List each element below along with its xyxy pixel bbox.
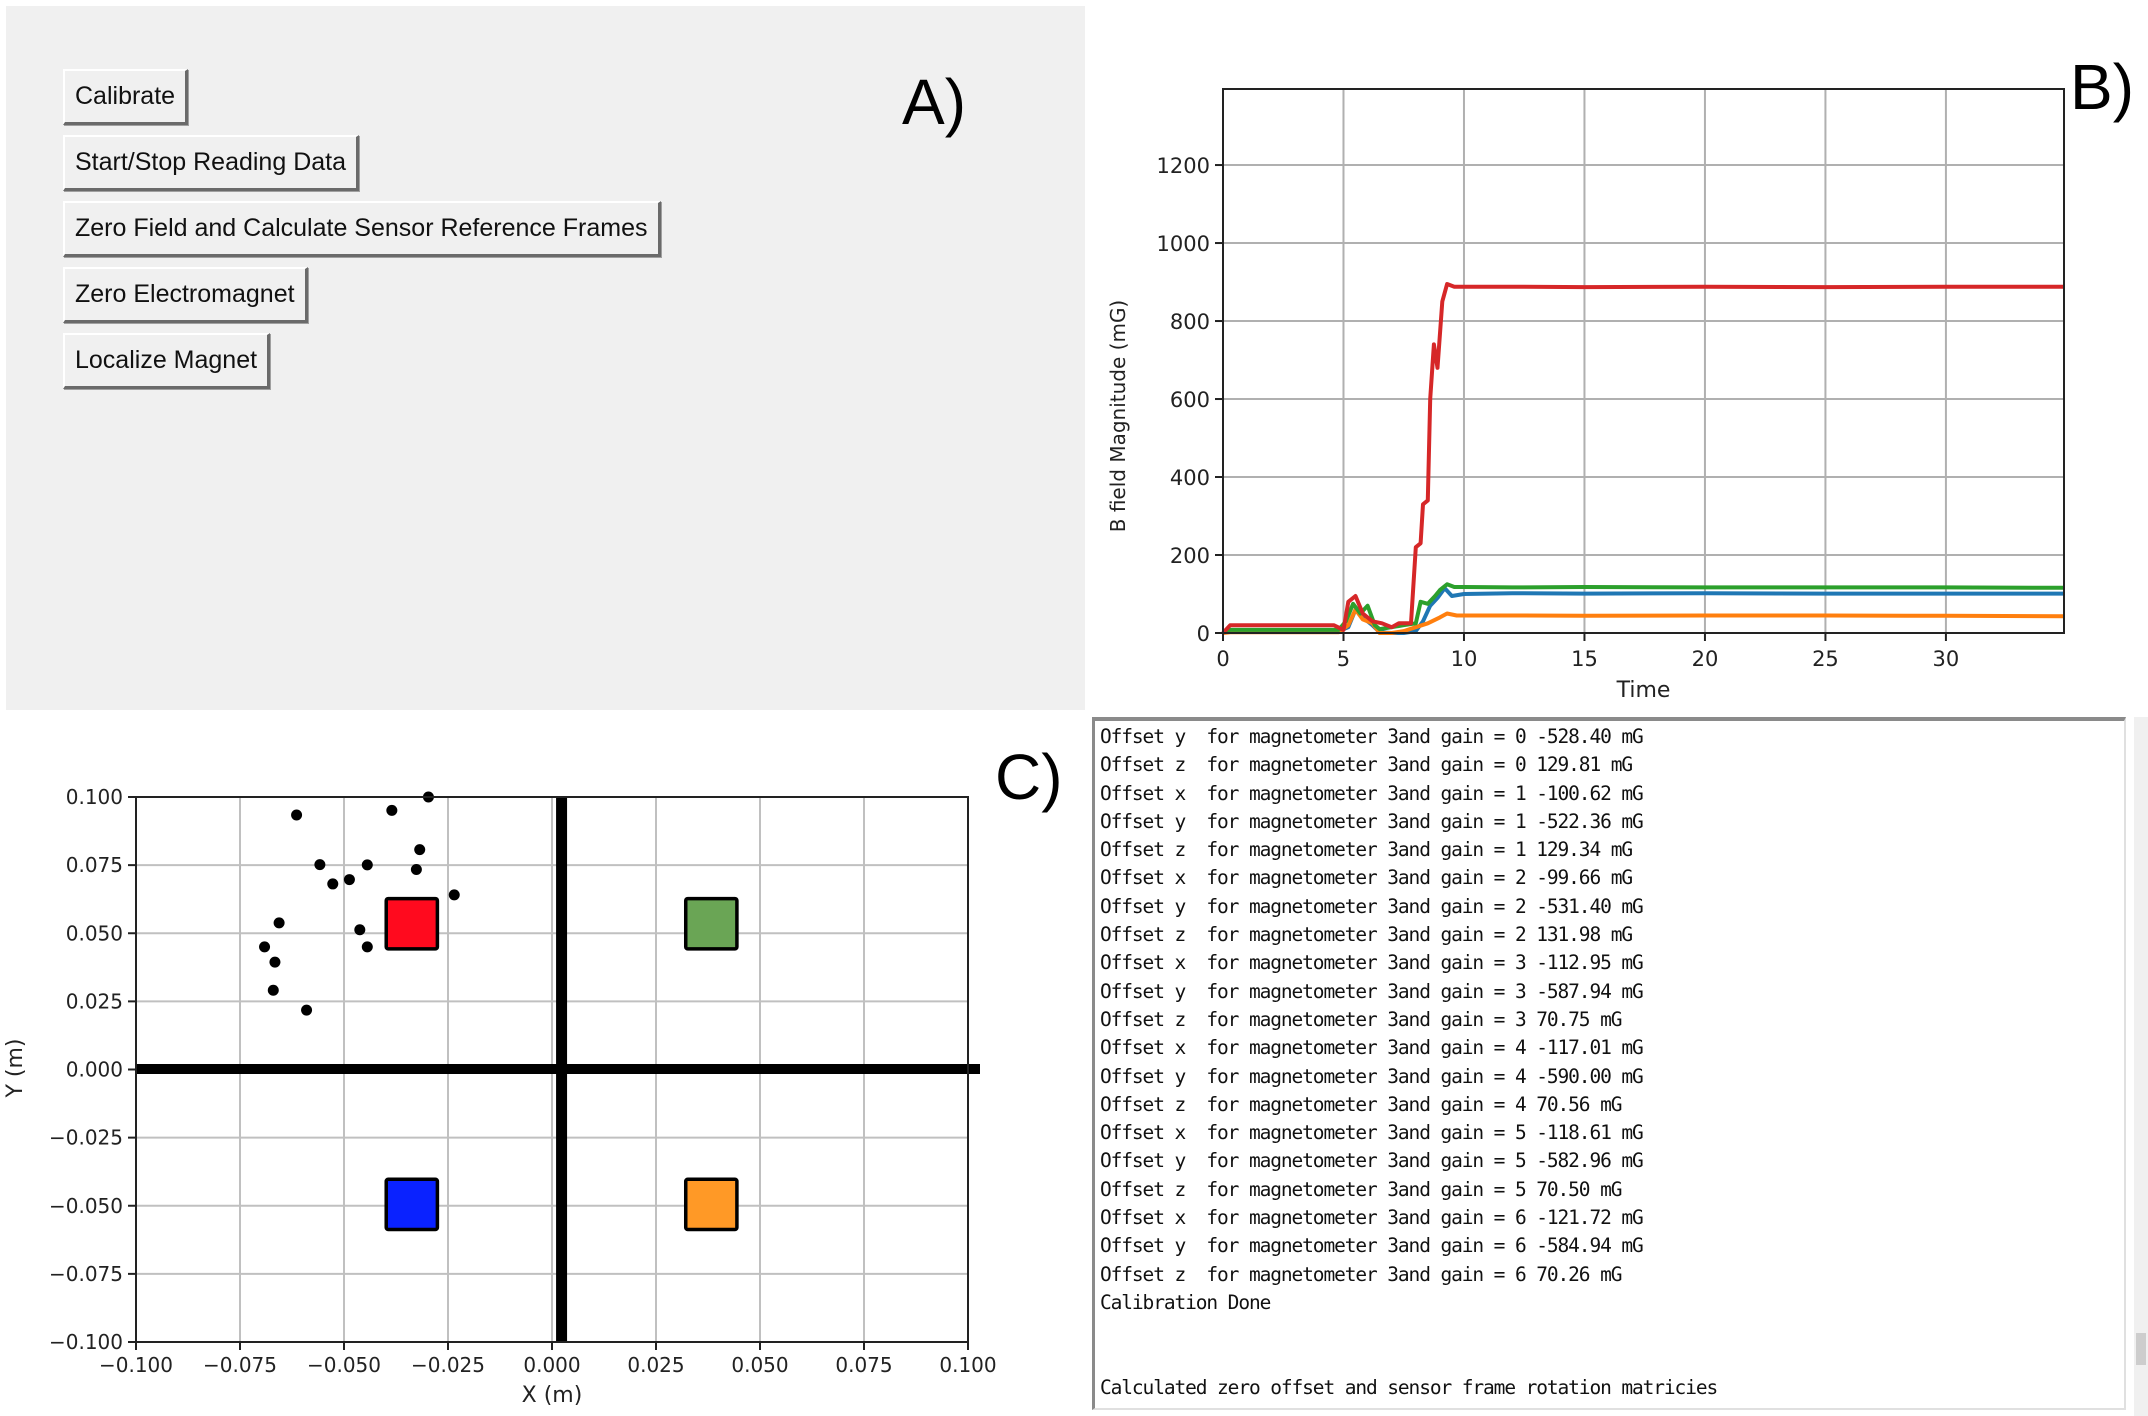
log-line: Offset z for magnetometer 3and gain = 5 … (1100, 1177, 1622, 1201)
localization-xtick-label: −0.025 (411, 1353, 485, 1377)
b-field-ytick-label: 0 (1197, 622, 1210, 646)
b-field-grid (1222, 89, 2064, 634)
localization-ytick-label: −0.050 (49, 1194, 123, 1218)
b-field-ytick-label: 1000 (1157, 232, 1210, 256)
localize-magnet-button[interactable]: Localize Magnet (63, 333, 271, 389)
log-line: Offset z for magnetometer 3and gain = 3 … (1100, 1007, 1622, 1031)
localization-xtick-label: −0.075 (203, 1353, 277, 1377)
sensor-green (683, 896, 739, 951)
b-field-axes-frame (1222, 88, 2065, 634)
log-line: Calculated zero offset and sensor frame … (1100, 1375, 1718, 1399)
localization-point (386, 804, 398, 816)
localization-xtick-label: −0.100 (99, 1353, 173, 1377)
b-field-ylabel: B field Magnitude (mG) (1106, 300, 1130, 533)
localization-ylabel: Y (m) (3, 1038, 28, 1098)
localization-point (267, 984, 279, 996)
log-line: Offset x for magnetometer 3and gain = 4 … (1100, 1036, 1644, 1060)
localization-point (448, 889, 460, 901)
localization-xlabel: X (m) (522, 1383, 583, 1408)
log-line: Offset z for magnetometer 3and gain = 1 … (1100, 838, 1633, 862)
log-line: Offset z for magnetometer 3and gain = 6 … (1100, 1262, 1622, 1286)
localization-ytick-label: 0.025 (66, 989, 123, 1013)
calibrate-button[interactable]: Calibrate (63, 69, 189, 125)
localization-ytick-label: −0.025 (49, 1126, 123, 1150)
localization-xtick-label: 0.075 (835, 1353, 892, 1377)
log-scrollbar[interactable] (2134, 717, 2148, 1416)
b-field-ytick-label: 400 (1170, 466, 1210, 490)
localization-point (354, 924, 366, 936)
localization-point (269, 956, 281, 968)
localization-ytick-label: 0.075 (66, 853, 123, 877)
localization-ticks: −0.100 −0.075 −0.050 −0.025 0.000 0.025 0.050 0… (49, 785, 997, 1377)
localization-point (410, 863, 422, 875)
localization-ytick-label: 0.050 (66, 921, 123, 945)
b-field-ytick-label: 200 (1170, 544, 1210, 568)
log-line: Offset x for magnetometer 3and gain = 1 … (1100, 781, 1644, 805)
log-line: Offset x for magnetometer 3and gain = 6 … (1100, 1206, 1644, 1230)
log-line: Offset y for magnetometer 3and gain = 6 … (1100, 1234, 1644, 1258)
log-line: Offset z for magnetometer 3and gain = 2 … (1100, 923, 1633, 947)
zero-electromagnet-button[interactable]: Zero Electromagnet (63, 267, 308, 323)
b-field-xtick-label: 0 (1216, 647, 1229, 671)
localization-point (414, 844, 426, 856)
start-stop-reading-button[interactable]: Start/Stop Reading Data (63, 135, 359, 191)
sensor-red (384, 896, 440, 951)
zero-field-button[interactable]: Zero Field and Calculate Sensor Referenc… (63, 201, 661, 257)
log-scrollbar-thumb[interactable] (2136, 1333, 2146, 1365)
localization-point (361, 859, 373, 871)
b-field-ytick-label: 600 (1170, 388, 1210, 412)
log-lines: Offset y for magnetometer 3and gain = 0 … (1095, 721, 2124, 1402)
b-field-ytick-label: 1200 (1157, 154, 1210, 178)
localization-xtick-label: 0.000 (523, 1353, 580, 1377)
localization-xtick-label: −0.050 (307, 1353, 381, 1377)
log-line: Offset y for magnetometer 3and gain = 5 … (1100, 1149, 1644, 1173)
b-field-line-sensor-4 (1221, 282, 2064, 635)
log-line: Offset y for magnetometer 3and gain = 2 … (1100, 894, 1644, 918)
b-field-xtick-label: 25 (1812, 647, 1839, 671)
localization-ytick-label: 0.000 (66, 1058, 123, 1082)
panel-label-a: A) (902, 66, 966, 138)
b-field-chart: 0 5 10 15 20 25 30 0 200 400 600 800 1000 1200 Time B… (1106, 88, 2065, 703)
localization-origin-lines (136, 797, 980, 1342)
b-field-xtick-label: 20 (1692, 647, 1719, 671)
log-line: Offset x for magnetometer 3and gain = 2 … (1100, 866, 1633, 890)
localization-point (327, 878, 339, 890)
localization-point (259, 941, 271, 953)
b-field-series (1221, 282, 2065, 635)
localization-chart: −0.100 −0.075 −0.050 −0.025 0.000 0.025 0.050 0… (3, 785, 997, 1408)
log-line: Offset y for magnetometer 3and gain = 1 … (1100, 809, 1644, 833)
log-line: Offset y for magnetometer 3and gain = 0 … (1100, 725, 1644, 748)
log-line: Offset y for magnetometer 3and gain = 4 … (1100, 1064, 1644, 1088)
localization-point (361, 941, 373, 953)
localization-point (273, 917, 285, 929)
localization-ytick-label: −0.100 (49, 1330, 123, 1354)
log-line: Offset z for magnetometer 3and gain = 4 … (1100, 1092, 1622, 1116)
log-line: Offset y for magnetometer 3and gain = 3 … (1100, 979, 1644, 1003)
b-field-xtick-label: 5 (1337, 647, 1350, 671)
log-line: Offset z for magnetometer 3and gain = 0 … (1100, 753, 1633, 777)
b-field-xtick-label: 15 (1571, 647, 1598, 671)
b-field-xtick-label: 10 (1451, 647, 1478, 671)
log-textbox[interactable]: Offset y for magnetometer 3and gain = 0 … (1092, 717, 2126, 1410)
localization-ytick-label: −0.075 (49, 1262, 123, 1286)
localization-xtick-label: 0.025 (627, 1353, 684, 1377)
localization-point (301, 1004, 313, 1016)
log-line: Offset x for magnetometer 3and gain = 3 … (1100, 951, 1644, 975)
b-field-xlabel: Time (1616, 678, 1671, 703)
localization-point (314, 859, 326, 871)
localization-ytick-label: 0.100 (66, 785, 123, 809)
localization-xtick-label: 0.050 (731, 1353, 788, 1377)
sensor-blue (384, 1177, 440, 1232)
log-line: Offset x for magnetometer 3and gain = 5 … (1100, 1121, 1644, 1145)
b-field-xtick-label: 30 (1933, 647, 1960, 671)
b-field-ytick-label: 800 (1170, 310, 1210, 334)
sensor-orange (683, 1177, 739, 1232)
localization-point (343, 874, 355, 886)
localization-xtick-label: 0.100 (939, 1353, 996, 1377)
log-line: Calibration Done (1100, 1290, 1271, 1314)
localization-point (291, 809, 303, 821)
